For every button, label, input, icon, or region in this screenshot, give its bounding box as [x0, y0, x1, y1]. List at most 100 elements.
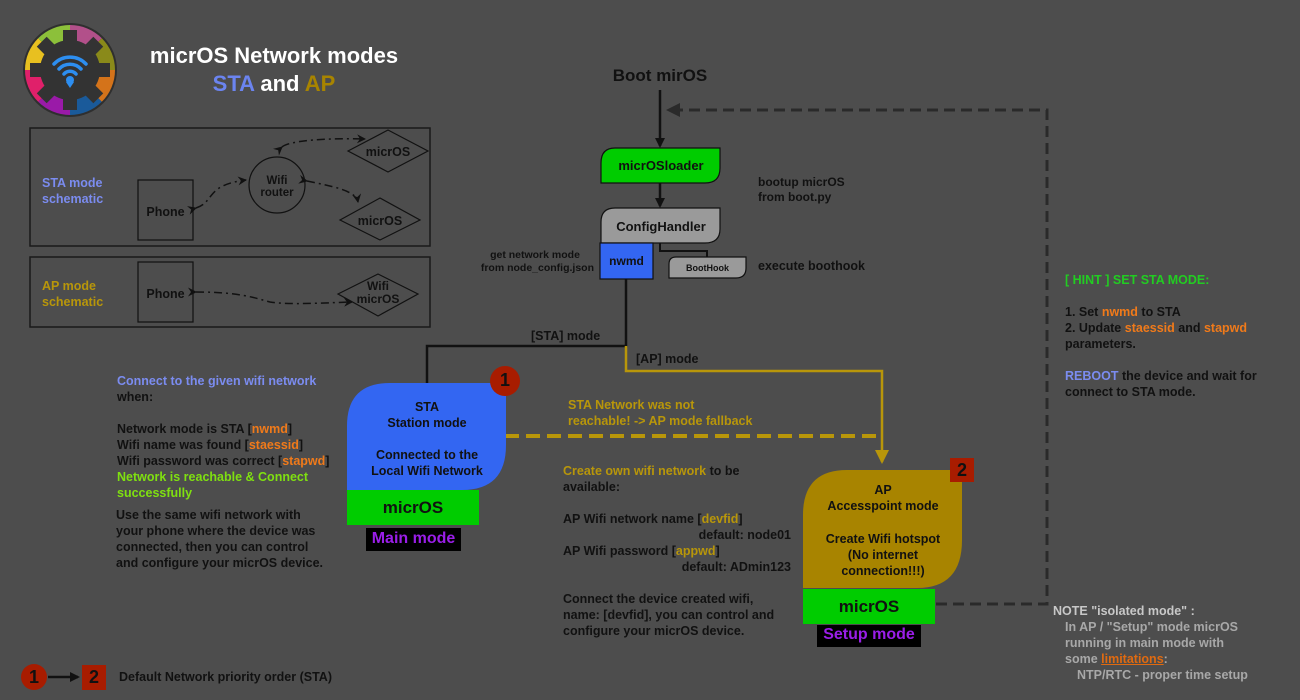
main-mode-label: Main mode [371, 530, 456, 547]
note-line2: running in main mode with [1065, 636, 1225, 650]
hint-param-staessid: staessid [1124, 321, 1175, 335]
sta-usage: Use the same wifi network with your phon… [116, 507, 323, 571]
param-staessid: staessid [248, 438, 299, 452]
cond1-pre: Network mode is STA [ [117, 422, 252, 436]
nwmd-note-line1: get network mode [490, 249, 580, 261]
fallback-label: STA Network was not reachable! -> AP mod… [568, 397, 752, 429]
fallback-line1: STA Network was not [568, 398, 695, 412]
phone-ap-link [187, 287, 353, 307]
fallback-line2: reachable! -> AP mode fallback [568, 414, 753, 428]
boothook-connector [659, 243, 708, 257]
sta-node-line2: Station mode [387, 416, 467, 430]
cond2-post: ] [298, 438, 304, 452]
router-label-line1: Wifi [266, 175, 288, 187]
note-line4: NTP/RTC - proper time setup [1077, 668, 1248, 682]
sta-cond-2: Wifi name was found [staessid] [117, 437, 329, 453]
sta-node-line4: Local Wifi Network [371, 464, 483, 478]
sta-cond-3: Wifi password was correct [stapwd] [117, 453, 329, 469]
sta-desc-intro: Connect to the given wifi network [117, 374, 317, 388]
page-title: micrOS Network modes STA and AP [138, 42, 410, 98]
subtitle: STA and AP [138, 70, 410, 98]
hint-reboot-line2: connect to STA mode. [1065, 385, 1196, 399]
loader-note-line2: from boot.py [758, 190, 832, 204]
hint-step2-line2: parameters. [1065, 337, 1136, 351]
hint-param-nwmd: nwmd [1101, 305, 1138, 319]
sta-node-text: STA Station mode Connected to the Local … [347, 399, 507, 479]
param-nwmd: nwmd [251, 422, 288, 436]
ap-pwd-post: ] [715, 544, 720, 558]
sta-schematic-label-line2: schematic [42, 192, 104, 206]
sta-usage-line2: your phone where the device was [116, 524, 316, 538]
boothook-label: BootHook [686, 263, 729, 273]
sta-branch-label: [STA] mode [531, 329, 601, 343]
ap-connect-line3: configure your micrOS device. [563, 624, 745, 638]
hint-panel: [ HINT ] SET STA MODE: 1. Set nwmd to ST… [1065, 272, 1257, 400]
micros-loader-label: micrOSloader [618, 158, 704, 173]
ap-node-line5: connection!!!) [841, 564, 925, 578]
setup-mode-label: Setup mode [823, 626, 915, 643]
ap-node-line2: Accesspoint mode [827, 499, 939, 513]
cond1-post: ] [287, 422, 293, 436]
ap-branch-label: [AP] mode [636, 352, 699, 366]
hint-reboot-keyword: REBOOT [1065, 369, 1119, 383]
ap-micros-node-label: Wifi micrOS [338, 280, 418, 306]
hint-step1-pre: 1. Set [1065, 305, 1102, 319]
badge-2-label: 2 [956, 460, 967, 480]
ap-desc-intro-rest: to be [706, 464, 740, 478]
ap-phone-label: Phone [146, 287, 185, 301]
ap-node-line3: Create Wifi hotspot [825, 532, 941, 546]
ap-pwd-pre: AP Wifi password [ [563, 544, 676, 558]
limitations-link[interactable]: limitations [1101, 652, 1164, 666]
hint-reboot-rest: the device and wait for [1118, 369, 1257, 383]
ap-name-post: ] [738, 512, 743, 526]
sta-schematic-label-line1: STA mode [42, 176, 103, 190]
ap-schematic-label: AP mode schematic [42, 278, 103, 310]
boothook-note: execute boothook [758, 259, 865, 273]
sta-usage-line1: Use the same wifi network with [116, 508, 301, 522]
ap-schematic-label-line1: AP mode [42, 279, 96, 293]
hint-reboot: REBOOT the device and wait for [1065, 368, 1257, 384]
ap-name-pre: AP Wifi network name [ [563, 512, 702, 526]
subtitle-sta: STA [212, 71, 255, 96]
ap-desc-intro: Create own wifi network to be [563, 463, 791, 479]
param-stapwd: stapwd [282, 454, 326, 468]
sta-description: Connect to the given wifi network when: … [117, 373, 329, 501]
sta-micros-node-1-label: micrOS [365, 145, 411, 159]
legend-text: Default Network priority order (STA) [119, 670, 332, 684]
note-panel: NOTE "isolated mode" : In AP / "Setup" m… [1053, 603, 1248, 683]
hint-param-stapwd: stapwd [1203, 321, 1248, 335]
cond2-pre: Wifi name was found [ [117, 438, 249, 452]
ap-micros-label: micrOS [838, 597, 900, 616]
cond3-pre: Wifi password was correct [ [117, 454, 283, 468]
micros-logo-icon [23, 23, 117, 117]
hint-step2-pre: 2. Update [1065, 321, 1125, 335]
hint-step-2: 2. Update staessid and stapwd [1065, 320, 1257, 336]
ap-schematic-label-line2: schematic [42, 295, 104, 309]
sta-usage-line4: and configure your micrOS device. [116, 556, 324, 570]
ap-node-line4: (No internet [847, 548, 919, 562]
sta-micros-label: micrOS [382, 498, 444, 517]
note-line3: some limitations: [1053, 651, 1248, 667]
sta-node-line1: STA [414, 400, 440, 414]
sta-schematic-label: STA mode schematic [42, 175, 103, 207]
loader-note: bootup micrOS from boot.py [758, 175, 845, 205]
hint-title: [ HINT ] SET STA MODE: [1065, 273, 1210, 287]
sta-usage-line3: connected, then you can control [116, 540, 309, 554]
sta-success-line1: Network is reachable & Connect [117, 470, 309, 484]
ap-pwd-line: AP Wifi password [appwd] [563, 543, 791, 559]
sta-desc-intro-rest: when: [117, 390, 154, 404]
wifi-router-label: Wifi router [249, 175, 305, 199]
ap-description: Create own wifi network to be available:… [563, 463, 791, 639]
sta-phone-label: Phone [146, 205, 185, 219]
ap-pwd-default: default: ADmin123 [681, 560, 791, 574]
loader-note-line1: bootup micrOS [758, 175, 845, 189]
sta-success-line2: successfully [117, 486, 193, 500]
param-devfid: devfid [701, 512, 739, 526]
ap-name-default: default: node01 [698, 528, 791, 542]
router-label-line2: router [260, 187, 294, 199]
sta-cond-1: Network mode is STA [nwmd] [117, 421, 329, 437]
ap-node-line1: AP [874, 483, 892, 497]
subtitle-ap: AP [304, 71, 336, 96]
ap-node-text: AP Accesspoint mode Create Wifi hotspot … [803, 482, 963, 579]
note-line1: In AP / "Setup" mode micrOS [1065, 620, 1238, 634]
